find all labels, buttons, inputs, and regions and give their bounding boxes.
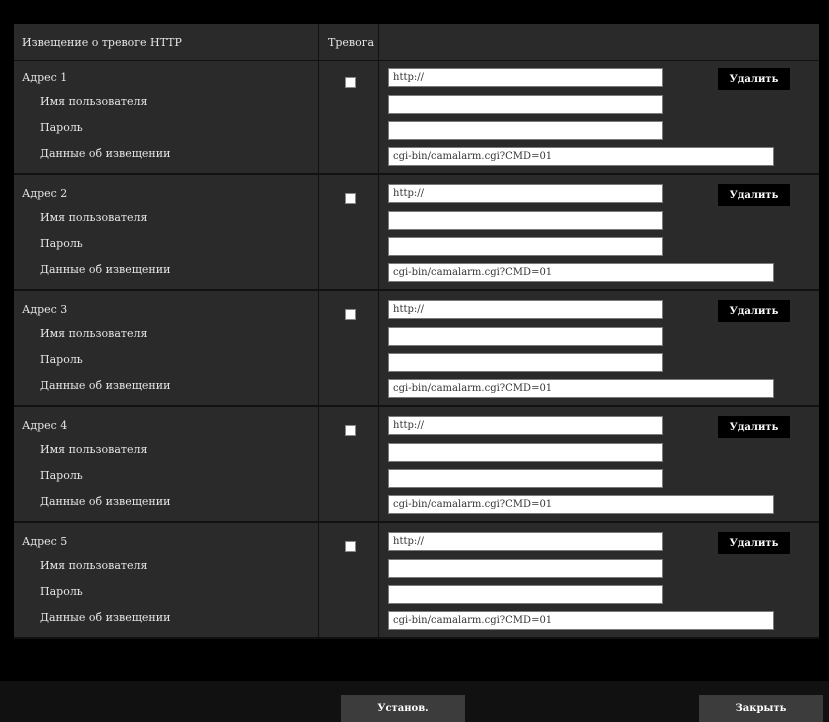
notification-label: Данные об извещении [40,263,171,276]
username-label: Имя пользователя [40,559,148,572]
username-label: Имя пользователя [40,443,148,456]
address-url-input[interactable] [388,68,663,87]
page-title: Извещение о тревоге HTTP [22,36,182,49]
address-label: Адрес 3 [22,303,68,316]
address-block-5: Адрес 5 Имя пользователя Пароль Данные о… [14,525,819,639]
notification-data-input[interactable] [388,495,774,514]
address-url-input[interactable] [388,416,663,435]
username-label: Имя пользователя [40,211,148,224]
close-button[interactable]: Закрыть [699,695,823,722]
address-label: Адрес 2 [22,187,68,200]
address-block-4: Адрес 4 Имя пользователя Пароль Данные о… [14,409,819,523]
alarm-checkbox[interactable] [345,425,356,436]
alarm-checkbox[interactable] [345,193,356,204]
username-input[interactable] [388,95,663,114]
alarm-checkbox[interactable] [345,541,356,552]
address-block-2: Адрес 2 Имя пользователя Пароль Данные о… [14,177,819,291]
password-label: Пароль [40,121,83,134]
username-input[interactable] [388,327,663,346]
notification-data-input[interactable] [388,611,774,630]
password-label: Пароль [40,585,83,598]
password-input[interactable] [388,585,663,604]
http-alarm-panel: Извещение о тревоге HTTP Тревога Адрес 1… [14,24,819,639]
address-label: Адрес 1 [22,71,68,84]
delete-button[interactable]: Удалить [718,184,790,206]
password-label: Пароль [40,237,83,250]
username-label: Имя пользователя [40,95,148,108]
address-url-input[interactable] [388,184,663,203]
delete-button[interactable]: Удалить [718,68,790,90]
address-url-input[interactable] [388,300,663,319]
delete-button[interactable]: Удалить [718,532,790,554]
password-label: Пароль [40,469,83,482]
username-label: Имя пользователя [40,327,148,340]
username-input[interactable] [388,211,663,230]
notification-label: Данные об извещении [40,611,171,624]
username-input[interactable] [388,443,663,462]
address-block-1: Адрес 1 Имя пользователя Пароль Данные о… [14,61,819,175]
password-input[interactable] [388,237,663,256]
address-url-input[interactable] [388,532,663,551]
alarm-checkbox[interactable] [345,77,356,88]
address-label: Адрес 5 [22,535,68,548]
username-input[interactable] [388,559,663,578]
password-label: Пароль [40,353,83,366]
notification-label: Данные об извещении [40,147,171,160]
set-button[interactable]: Установ. [341,695,465,722]
address-block-3: Адрес 3 Имя пользователя Пароль Данные о… [14,293,819,407]
notification-data-input[interactable] [388,147,774,166]
notification-label: Данные об извещении [40,379,171,392]
alarm-checkbox[interactable] [345,309,356,320]
password-input[interactable] [388,121,663,140]
notification-data-input[interactable] [388,379,774,398]
notification-label: Данные об извещении [40,495,171,508]
address-label: Адрес 4 [22,419,68,432]
table-header: Извещение о тревоге HTTP Тревога [14,24,819,61]
password-input[interactable] [388,469,663,488]
delete-button[interactable]: Удалить [718,416,790,438]
alarm-column-header: Тревога [328,36,375,49]
delete-button[interactable]: Удалить [718,300,790,322]
notification-data-input[interactable] [388,263,774,282]
footer-bar: Установ. Закрыть [0,681,829,722]
password-input[interactable] [388,353,663,372]
